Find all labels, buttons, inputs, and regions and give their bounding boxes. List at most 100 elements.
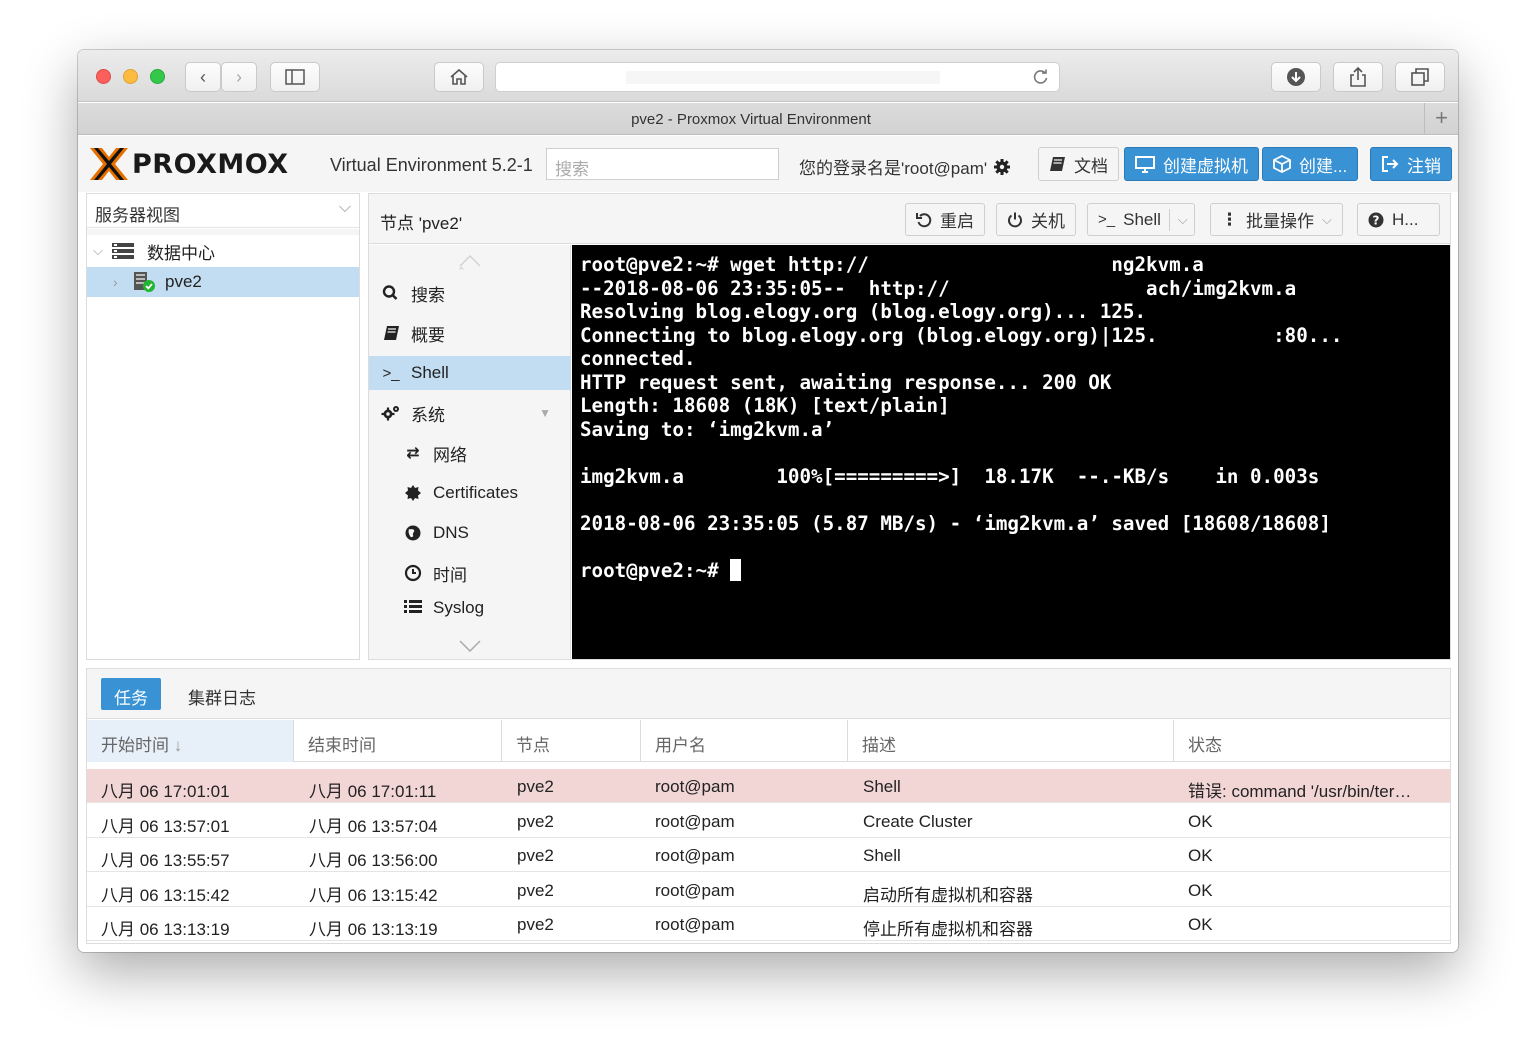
nav-item-label: 概要: [411, 325, 445, 345]
tree-item-label: 数据中心: [147, 243, 215, 263]
gear-icon[interactable]: [993, 158, 1011, 176]
nav-item-shell[interactable]: >_ Shell: [369, 356, 571, 390]
chevron-down-icon[interactable]: ⌵: [1178, 212, 1188, 228]
home-icon: [450, 68, 468, 85]
table-row[interactable]: 八月 06 13:57:01 八月 06 13:57:04 pve2 root@…: [87, 804, 1450, 838]
cell-description: 启动所有虚拟机和容器: [863, 886, 1033, 905]
terminal-line: root@pve2:~# wget http:// ng2kvm.a: [580, 253, 1204, 276]
bulk-actions-button[interactable]: ⋮ 批量操作 ⌵: [1210, 203, 1343, 236]
tree-item-datacenter[interactable]: ⌵ 数据中心: [87, 236, 359, 266]
logout-button[interactable]: 注销: [1370, 147, 1452, 181]
download-icon: [1287, 68, 1305, 86]
table-row[interactable]: 八月 06 13:13:19 八月 06 13:13:19 pve2 root@…: [87, 907, 1450, 941]
nav-item-label: 时间: [433, 565, 467, 585]
nav-item-time[interactable]: 时间: [369, 556, 571, 590]
cube-icon: [1273, 155, 1291, 173]
zoom-window-button[interactable]: [150, 69, 165, 84]
create-ct-button[interactable]: 创建...: [1262, 147, 1359, 181]
tree-item-pve2[interactable]: › pve2: [87, 267, 359, 297]
ellipsis-vertical-icon: ⋮: [1221, 209, 1238, 229]
column-description[interactable]: 描述: [848, 720, 1174, 762]
sort-desc-icon: ↓: [173, 736, 183, 755]
collapse-arrow-icon[interactable]: ⌵: [93, 243, 111, 259]
nav-item-certificates[interactable]: Certificates: [369, 476, 571, 510]
nav-item-label: 网络: [433, 445, 467, 465]
logo-text: PROXMOX: [132, 148, 289, 180]
table-row[interactable]: 八月 06 13:55:57 八月 06 13:56:00 pve2 root@…: [87, 838, 1450, 872]
docs-button[interactable]: 文档: [1038, 147, 1119, 181]
column-node[interactable]: 节点: [502, 720, 641, 762]
downloads-button[interactable]: [1271, 62, 1321, 92]
terminal-output: root@pve2:~# wget http:// ng2kvm.a --201…: [580, 253, 1342, 582]
home-button[interactable]: [434, 62, 484, 92]
search-input[interactable]: 搜索: [546, 148, 779, 180]
globe-icon: [405, 525, 421, 541]
nav-item-system[interactable]: 系统 ▼: [369, 396, 571, 430]
new-tab-button[interactable]: +: [1424, 103, 1458, 135]
create-vm-button[interactable]: 创建虚拟机: [1124, 147, 1259, 181]
nav-item-network[interactable]: ⇄ 网络: [369, 436, 571, 470]
login-text: 您的登录名是'root@pam': [799, 159, 988, 178]
reboot-button[interactable]: 重启: [905, 203, 985, 236]
view-select[interactable]: 服务器视图 ⌵: [87, 194, 359, 228]
exchange-icon: ⇄: [406, 445, 420, 462]
bulk-actions-label: 批量操作: [1246, 212, 1314, 231]
nav-item-summary[interactable]: 概要: [369, 316, 571, 350]
chevron-right-icon: ›: [236, 66, 242, 87]
sidebar-icon: [285, 69, 305, 85]
back-button[interactable]: ‹: [185, 62, 221, 92]
certificate-icon: [405, 485, 421, 501]
shell-terminal[interactable]: root@pve2:~# wget http:// ng2kvm.a --201…: [572, 245, 1450, 659]
nav-item-dns[interactable]: DNS: [369, 516, 571, 550]
tasks-panel: 任务 集群日志 开始时间 ↓ 结束时间 节点 用户名 描述 状态 八月 06 1…: [86, 668, 1451, 944]
pve-header: PROXMOX Virtual Environment 5.2-1 搜索 您的登…: [78, 136, 1458, 192]
logout-label: 注销: [1407, 156, 1441, 176]
cell-user: root@pam: [655, 915, 735, 934]
proxmox-logo: PROXMOX: [88, 148, 289, 180]
column-username[interactable]: 用户名: [641, 720, 848, 762]
forward-button[interactable]: ›: [221, 62, 257, 92]
url-text: [626, 71, 940, 84]
column-label: 描述: [862, 736, 896, 755]
tab-bar: pve2 - Proxmox Virtual Environment +: [78, 103, 1458, 135]
column-end-time[interactable]: 结束时间: [294, 720, 502, 762]
cell-description: Shell: [863, 846, 901, 865]
chevron-down-icon[interactable]: [459, 640, 481, 652]
cell-start: 八月 06 13:55:57: [101, 851, 230, 870]
reload-icon[interactable]: [1032, 69, 1049, 86]
chevron-down-icon: ⌵: [338, 199, 351, 216]
cell-status: 错误: command '/usr/bin/ter…: [1188, 782, 1412, 801]
cell-status: OK: [1188, 915, 1213, 934]
tab-tasks[interactable]: 任务: [101, 678, 161, 710]
cell-description: Create Cluster: [863, 812, 973, 831]
chevron-down-icon: ⌵: [1322, 211, 1332, 227]
tab-cluster-log[interactable]: 集群日志: [175, 678, 269, 710]
tabs-overview-button[interactable]: [1395, 62, 1445, 92]
caret-down-icon[interactable]: ▼: [539, 406, 551, 420]
column-status[interactable]: 状态: [1174, 720, 1450, 762]
create-ct-label: 创建...: [1299, 156, 1348, 176]
minimize-window-button[interactable]: [123, 69, 138, 84]
help-button[interactable]: ? H...: [1357, 203, 1440, 236]
nav-item-search[interactable]: 搜索: [369, 276, 571, 310]
share-button[interactable]: [1333, 62, 1383, 92]
column-start-time[interactable]: 开始时间 ↓: [87, 720, 294, 762]
browser-toolbar: ‹ ›: [78, 50, 1458, 102]
shell-button[interactable]: >_ Shell ⌵: [1087, 203, 1195, 236]
close-window-button[interactable]: [96, 69, 111, 84]
column-label: 节点: [516, 736, 550, 755]
cell-user: root@pam: [655, 777, 735, 796]
terminal-line: connected.: [580, 347, 696, 370]
sidebar-toggle-button[interactable]: [270, 62, 320, 92]
server-stack-icon: [112, 243, 134, 259]
table-row[interactable]: 八月 06 13:15:42 八月 06 13:15:42 pve2 root@…: [87, 873, 1450, 907]
cell-node: pve2: [517, 812, 554, 831]
nav-item-syslog[interactable]: Syslog: [369, 596, 571, 618]
chevron-up-icon[interactable]: [459, 255, 481, 267]
shutdown-button[interactable]: 关机: [996, 203, 1076, 236]
address-bar[interactable]: [495, 62, 1060, 92]
column-label: 开始时间: [101, 736, 169, 755]
tab-title[interactable]: pve2 - Proxmox Virtual Environment: [78, 111, 1424, 128]
expand-arrow-icon[interactable]: ›: [113, 274, 131, 290]
table-row[interactable]: 八月 06 17:01:01 八月 06 17:01:11 pve2 root@…: [87, 769, 1450, 803]
